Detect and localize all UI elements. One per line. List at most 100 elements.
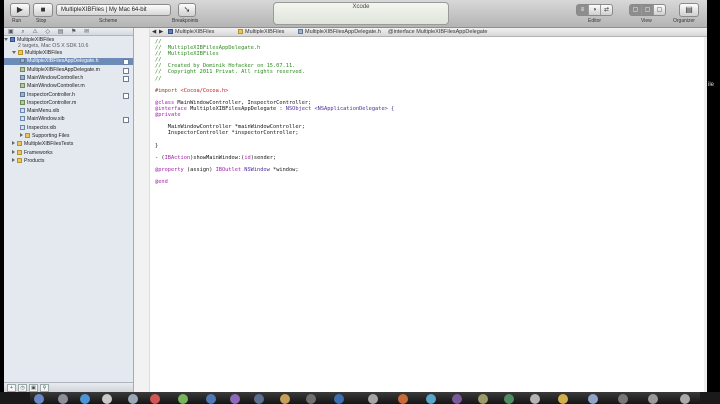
navigator-file[interactable]: InspectorController.h (4, 91, 133, 99)
system-preferences-icon[interactable] (306, 394, 316, 404)
organizer-label: Organizer (673, 18, 695, 24)
navigator-group[interactable]: Supporting Files (4, 133, 133, 140)
code-token: MultipleXIBFilesAppDelegate : (190, 106, 286, 113)
disclosure-triangle-icon[interactable] (12, 141, 15, 146)
terminal-icon[interactable] (334, 394, 344, 404)
notes-icon[interactable] (558, 394, 568, 404)
applications-stack-icon[interactable] (648, 394, 658, 404)
address-book-icon[interactable] (128, 394, 138, 404)
xcode-window: ▶ Run ■ Stop MultipleXIBFiles | My Mac 6… (4, 0, 707, 392)
navigator-group[interactable]: Products (4, 157, 133, 165)
stop-button[interactable]: ■ (33, 3, 53, 17)
folder-icon (17, 149, 22, 155)
instruments-icon[interactable] (368, 394, 378, 404)
navigator-file[interactable]: MultipleXIBFilesAppDelegate.m (4, 66, 133, 74)
navigator-group[interactable]: Frameworks (4, 149, 133, 157)
disclosure-triangle-icon[interactable] (12, 149, 15, 154)
utilities-toggle-icon[interactable]: ▢ (654, 5, 665, 15)
navigator-item-label: MultipleXIBFilesAppDelegate.h (27, 58, 99, 65)
breadcrumb-symbol[interactable]: @interface MultipleXIBFilesAppDelegate (388, 28, 487, 36)
code-token: // (155, 75, 162, 82)
navigator-file[interactable]: MultipleXIBFilesAppDelegate.h (4, 58, 133, 66)
navigator-file[interactable]: InspectorController.m (4, 99, 133, 107)
itunes-icon[interactable] (206, 394, 216, 404)
app-store-icon[interactable] (230, 394, 240, 404)
source-editor[interactable]: //// MultipleXIBFilesAppDelegate.h// Mul… (150, 37, 707, 392)
documents-stack-icon[interactable] (618, 394, 628, 404)
scm-status-icon (123, 59, 129, 66)
forward-icon[interactable]: ▶ (159, 28, 163, 36)
navigator-item-label: Supporting Files (32, 133, 70, 139)
navigator-toggle-icon[interactable]: ▢ (630, 5, 642, 15)
scheme-label: Scheme (99, 18, 118, 24)
photo-booth-icon[interactable] (398, 394, 408, 404)
add-icon[interactable]: + (7, 384, 16, 392)
facetime-icon[interactable] (178, 394, 188, 404)
navigator-item-label: InspectorController.h (27, 91, 75, 98)
xib-file-icon (20, 124, 25, 130)
finder-icon[interactable] (34, 394, 44, 404)
numbers-icon[interactable] (504, 394, 514, 404)
editor-scrollbar[interactable] (704, 37, 707, 392)
downloads-stack-icon[interactable] (588, 394, 598, 404)
disclosure-triangle-icon[interactable] (4, 38, 8, 41)
code-token: IBOutlet (215, 166, 245, 173)
breakpoints-button[interactable]: ➘ (178, 3, 196, 17)
editor-segmented[interactable]: ≡ ◑ ⇄ (576, 4, 613, 16)
code-token: <NSApplicationDelegate> { (314, 106, 395, 113)
code-line[interactable]: @end (155, 179, 394, 185)
navigator-file[interactable]: MainWindow.xib (4, 116, 133, 124)
xcode-dock-icon[interactable] (254, 394, 264, 404)
ical-icon[interactable] (150, 394, 160, 404)
safari-icon[interactable] (80, 394, 90, 404)
navigator-file[interactable]: Inspector.xib (4, 124, 133, 132)
activity-monitor-icon[interactable] (478, 394, 488, 404)
run-button[interactable]: ▶ (10, 3, 30, 17)
standard-editor-icon[interactable]: ≡ (577, 5, 589, 15)
dashboard-icon[interactable] (58, 394, 68, 404)
code-token: *window; (273, 166, 299, 173)
code-token: @interface (155, 106, 191, 113)
recent-files-icon[interactable]: ◷ (18, 384, 27, 392)
navigator-item-label: Frameworks (24, 149, 53, 156)
navigator-file[interactable]: MainWindowController.m (4, 83, 133, 90)
navigator-file[interactable]: MainMenu.xib (4, 108, 133, 115)
disclosure-triangle-icon[interactable] (12, 51, 16, 54)
navigator-item-label: InspectorController.m (27, 99, 77, 106)
scheme-popup[interactable]: MultipleXIBFiles | My Mac 64-bit (56, 4, 171, 16)
code-token: - ( (155, 154, 165, 161)
debug-toggle-icon[interactable]: ▢ (642, 5, 654, 15)
mail-icon[interactable] (102, 394, 112, 404)
screen-capture-icon[interactable] (530, 394, 540, 404)
assistant-editor-icon[interactable]: ◑ (589, 5, 601, 15)
navigator-tabs[interactable]: ▣ ⌕ ⚠ ◇ ▤ ⚑ ✉ (4, 28, 133, 36)
disclosure-triangle-icon[interactable] (20, 133, 23, 137)
code-text[interactable]: //// MultipleXIBFilesAppDelegate.h// Mul… (155, 39, 394, 185)
folder-icon (17, 157, 22, 163)
filter-icon[interactable]: ⚲ (40, 384, 49, 392)
trash-icon[interactable] (680, 394, 690, 404)
breadcrumb-project[interactable]: MultipleXIBFiles (168, 28, 214, 36)
calculator-icon[interactable] (452, 394, 462, 404)
back-icon[interactable]: ◀ (152, 28, 156, 36)
organizer-button[interactable]: ▤ (679, 3, 699, 17)
breadcrumb-group[interactable]: MultipleXIBFiles (238, 28, 284, 36)
version-editor-icon[interactable]: ⇄ (601, 5, 612, 15)
text-edit-icon[interactable] (426, 394, 436, 404)
code-token: // (155, 57, 162, 64)
navigator-group[interactable]: MultipleXIBFiles (4, 50, 133, 57)
activity-title: Xcode (352, 4, 370, 10)
code-token: NSObject (285, 106, 315, 113)
modified-files-icon[interactable]: ▣ (29, 384, 38, 392)
code-line[interactable]: @interface MultipleXIBFilesAppDelegate :… (155, 106, 394, 112)
navigator-filter-bar: + ◷ ▣ ⚲ (4, 382, 133, 392)
breadcrumb-file[interactable]: MultipleXIBFilesAppDelegate.h (298, 28, 381, 36)
disclosure-triangle-icon[interactable] (12, 157, 15, 162)
view-segmented[interactable]: ▢ ▢ ▢ (629, 4, 666, 16)
code-token: )sender; (250, 154, 277, 161)
navigator-file[interactable]: MainWindowController.h (4, 74, 133, 82)
navigator-group[interactable]: MultipleXIBFilesTests (4, 141, 133, 148)
xib-file-icon (20, 116, 25, 122)
xib-file-icon (20, 108, 25, 114)
preview-icon[interactable] (280, 394, 290, 404)
